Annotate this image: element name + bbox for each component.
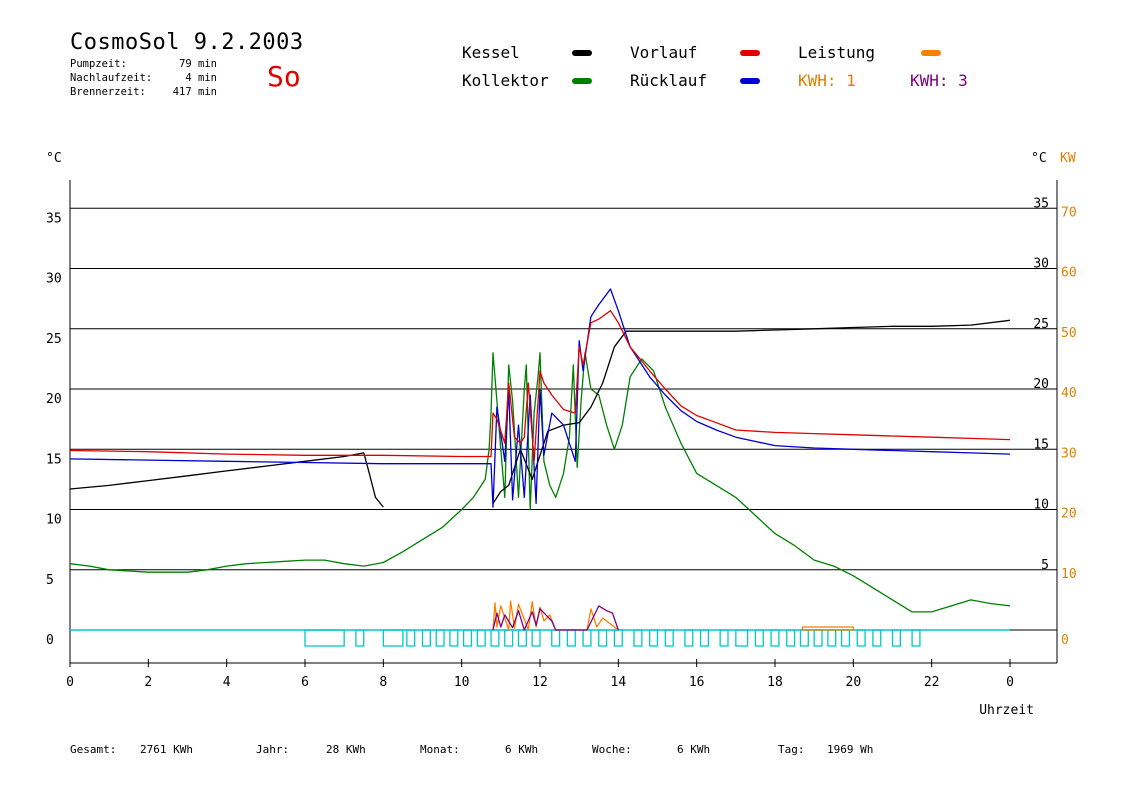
y-tick-label-kw: 10 [1061, 567, 1077, 582]
y-tick-label-kw: 70 [1061, 205, 1077, 220]
y-axis-unit-left: °C [46, 151, 62, 166]
x-tick-label: 18 [767, 675, 783, 690]
footer-month-label: Monat: [420, 743, 460, 756]
pump-on-interval [754, 629, 764, 647]
y-tick-label-left: 35 [46, 211, 62, 226]
pump-on-interval [799, 629, 809, 647]
pump-on-interval [770, 629, 780, 647]
y-tick-label-right: 5 [1041, 558, 1049, 573]
y-tick-label-kw: 60 [1061, 266, 1077, 281]
pump-on-interval [633, 629, 643, 647]
y-tick-label-right: 30 [1033, 257, 1049, 272]
y-tick-label-right: 20 [1033, 377, 1049, 392]
x-tick-label: 22 [924, 675, 940, 690]
pump-on-interval [490, 629, 500, 647]
pump-on-interval [406, 629, 416, 647]
pump-on-interval [531, 629, 541, 647]
y-tick-label-right: 10 [1033, 498, 1049, 513]
x-tick-label: 2 [144, 675, 152, 690]
x-axis-label: Uhrzeit [979, 703, 1034, 718]
x-tick-label: 20 [846, 675, 862, 690]
pump-on-interval [719, 629, 729, 647]
pump-on-interval [566, 629, 576, 647]
footer-year-value: 28 KWh [326, 743, 366, 756]
pump-on-interval [684, 629, 694, 647]
pump-on-interval [435, 629, 445, 647]
y-tick-label-left: 20 [46, 392, 62, 407]
y-tick-label-left: 15 [46, 452, 62, 467]
y-tick-label-right: 35 [1033, 196, 1049, 211]
pump-on-interval [664, 629, 674, 647]
y-axis-unit-kw: KW [1060, 151, 1076, 166]
y-tick-label-right: 25 [1033, 317, 1049, 332]
y-tick-label-kw: 30 [1061, 446, 1077, 461]
y-tick-label-left: 25 [46, 332, 62, 347]
pump-on-interval [813, 629, 823, 647]
x-tick-label: 12 [532, 675, 548, 690]
pump-on-interval [355, 629, 365, 647]
x-tick-label: 0 [66, 675, 74, 690]
footer-total-value: 2761 KWh [140, 743, 193, 756]
x-tick-label: 16 [689, 675, 705, 690]
pump-on-interval [462, 629, 473, 647]
y-tick-label-kw: 40 [1061, 386, 1077, 401]
pump-on-interval [872, 629, 882, 647]
footer-year-label: Jahr: [256, 743, 290, 756]
pump-on-interval [649, 629, 659, 647]
footer-week-value: 6 KWh [677, 743, 711, 756]
y-tick-label-kw: 20 [1061, 507, 1077, 522]
y-tick-label-kw: 0 [1061, 633, 1069, 648]
x-tick-label: 4 [223, 675, 231, 690]
y-tick-label-left: 5 [46, 573, 54, 588]
x-tick-label: 6 [301, 675, 309, 690]
y-tick-label-kw: 50 [1061, 326, 1077, 341]
pump-on-interval [582, 629, 592, 647]
pump-on-interval [891, 629, 901, 647]
pump-on-interval [827, 629, 837, 647]
pump-on-interval [504, 629, 514, 647]
pump-on-interval [840, 629, 851, 647]
temperature-chart: 0510152025303551015202530350102030405060… [46, 151, 1077, 718]
x-tick-label: 8 [379, 675, 387, 690]
pump-on-interval [786, 629, 796, 647]
pump-on-interval [517, 629, 527, 647]
pump-on-interval [699, 629, 710, 647]
pump-on-interval [382, 629, 404, 647]
footer-day-value: 1969 Wh [827, 743, 874, 756]
y-tick-label-left: 0 [46, 633, 54, 648]
pump-on-interval [551, 629, 561, 647]
x-tick-label: 0 [1006, 675, 1014, 690]
footer-total-label: Gesamt: [70, 743, 117, 756]
kwh1-interval [801, 626, 854, 631]
y-axis-unit-right: °C [1031, 151, 1047, 166]
pump-on-interval [911, 629, 921, 647]
footer-week-label: Woche: [592, 743, 632, 756]
x-tick-label: 14 [611, 675, 627, 690]
pump-on-interval [856, 629, 866, 647]
pump-on-interval [735, 629, 749, 647]
footer-day-label: Tag: [778, 743, 805, 756]
footer-month-value: 6 KWh [505, 743, 539, 756]
pump-on-interval [304, 629, 345, 647]
pump-on-interval [449, 629, 459, 647]
pump-on-interval [613, 629, 623, 647]
series-line-ruecklauf [69, 288, 1011, 508]
y-tick-label-left: 30 [46, 272, 62, 287]
pump-on-interval [476, 629, 486, 647]
y-tick-label-right: 15 [1033, 437, 1049, 452]
pump-on-interval [421, 629, 431, 647]
x-tick-label: 10 [454, 675, 470, 690]
pump-on-interval [598, 629, 608, 647]
y-tick-label-left: 10 [46, 513, 62, 528]
series-line-vorlauf [69, 310, 1011, 462]
